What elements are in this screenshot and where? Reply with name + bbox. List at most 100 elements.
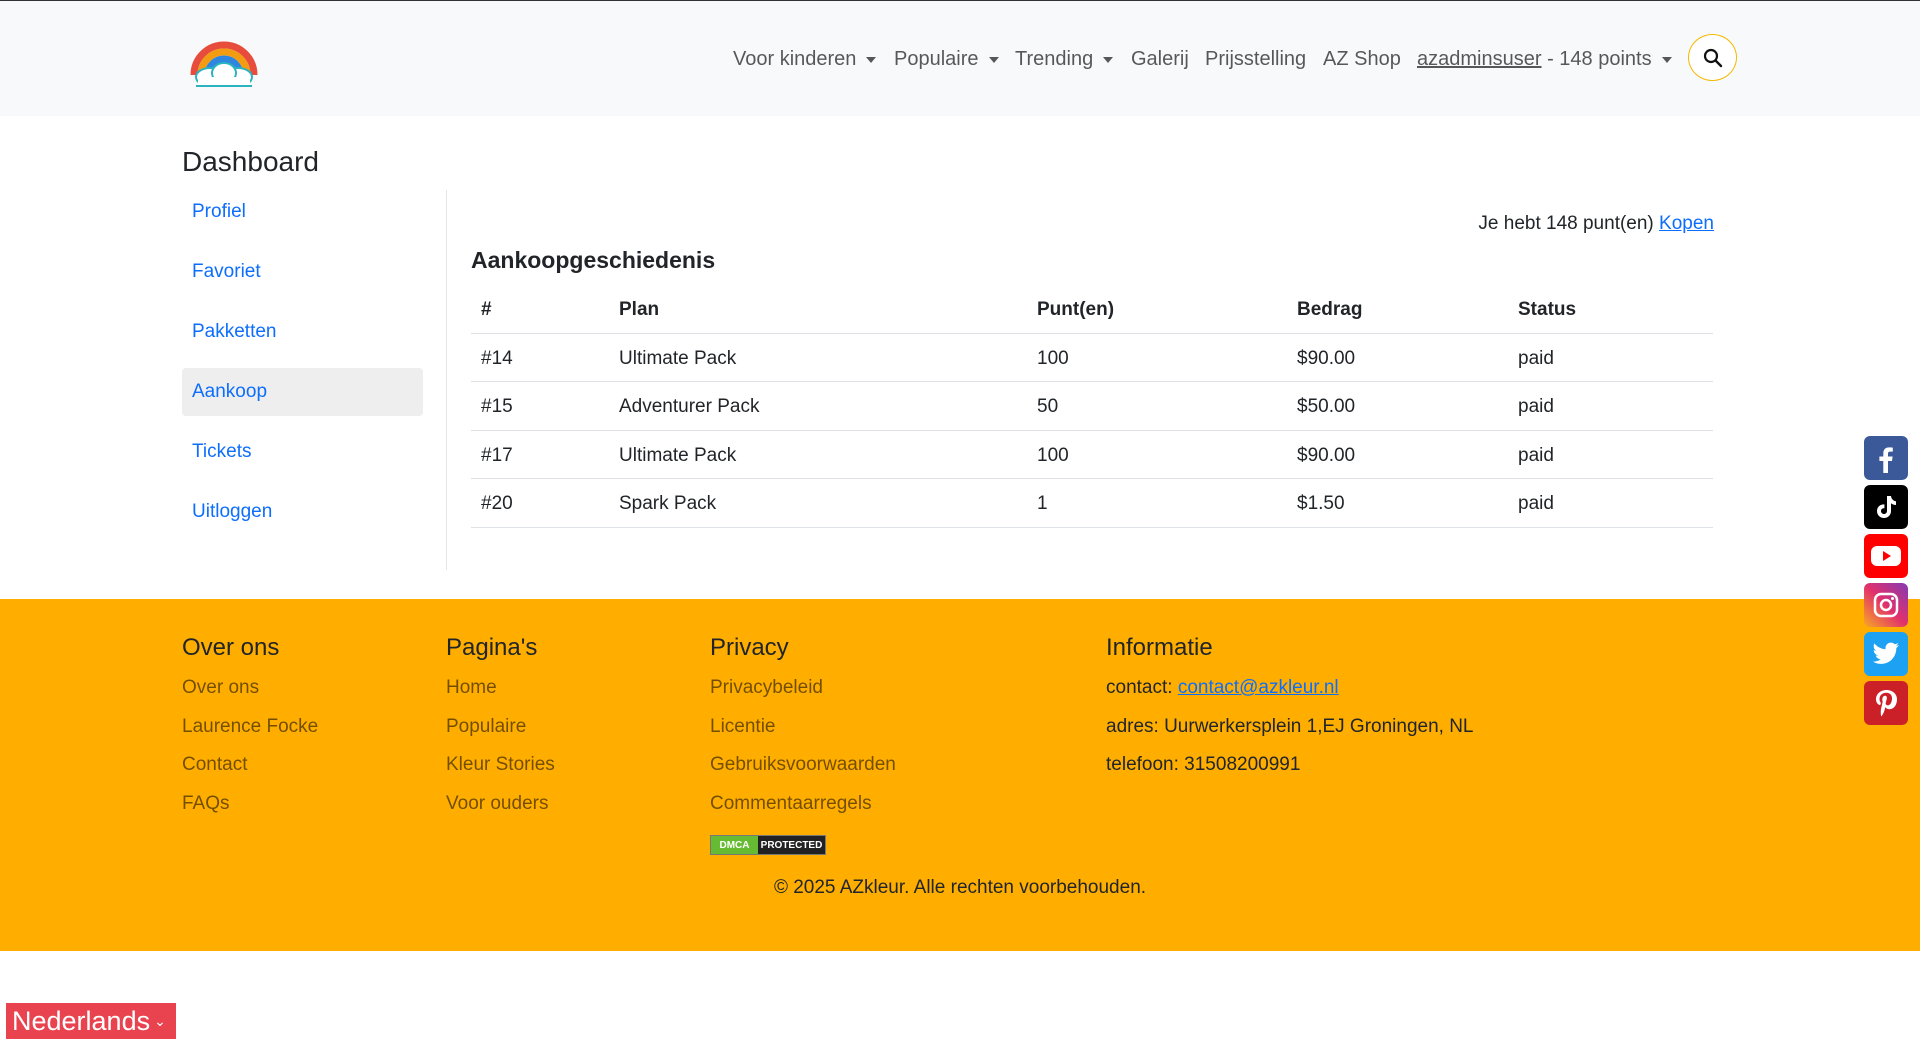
points-value: 1 <box>1037 493 1048 514</box>
pinterest-icon <box>1876 690 1897 717</box>
twitter-button[interactable] <box>1864 632 1908 676</box>
facebook-icon <box>1879 447 1893 473</box>
side-item-pakketten[interactable]: Pakketten <box>182 308 423 356</box>
instagram-icon <box>1873 592 1899 618</box>
social-sidebar <box>1864 436 1908 730</box>
nav-az-shop[interactable]: AZ Shop <box>1323 48 1401 71</box>
table-row: #14 Ultimate Pack 100 $90.00 paid <box>471 334 1713 382</box>
table-header-row: # Plan Punt(en) Bedrag Status <box>471 285 1713 334</box>
footer-link[interactable]: Licentie <box>710 708 896 747</box>
table-row: #15 Adventurer Pack 50 $50.00 paid <box>471 382 1713 431</box>
footer-col-informatie: Informatie contact: contact@azkleur.nl a… <box>1106 633 1474 785</box>
footer-link[interactable]: Kleur Stories <box>446 746 555 785</box>
column-header: Plan <box>619 299 660 320</box>
amount-value: $90.00 <box>1297 347 1356 369</box>
footer-title: Over ons <box>182 634 280 661</box>
footer-link[interactable]: Contact <box>182 746 318 785</box>
amount-value: $1.50 <box>1297 493 1345 514</box>
column-header: Punt(en) <box>1037 299 1115 320</box>
order-id: #15 <box>481 396 513 417</box>
column-header: Bedrag <box>1297 299 1363 320</box>
phone-line: telefoon: 31508200991 <box>1106 754 1301 775</box>
table-row: #20 Spark Pack 1 $1.50 paid <box>471 479 1713 528</box>
footer-link[interactable]: Voor ouders <box>446 785 555 824</box>
points-summary: Je hebt 148 punt(en) Kopen <box>1478 213 1714 234</box>
pinterest-button[interactable] <box>1864 681 1908 725</box>
youtube-button[interactable] <box>1864 534 1908 578</box>
site-header: Voor kinderen Populaire Trending Galerij… <box>0 1 1920 116</box>
tiktok-button[interactable] <box>1864 485 1908 529</box>
nav-prijsstelling[interactable]: Prijsstelling <box>1205 48 1306 71</box>
order-id: #14 <box>481 347 513 369</box>
nav-voor-kinderen[interactable]: Voor kinderen <box>733 48 877 71</box>
status-value: paid <box>1518 444 1554 466</box>
nav-populaire[interactable]: Populaire <box>894 48 999 71</box>
side-item-aankoop[interactable]: Aankoop <box>182 368 423 416</box>
footer-link[interactable]: Populaire <box>446 708 555 747</box>
footer-link[interactable]: FAQs <box>182 785 318 824</box>
side-item-tickets[interactable]: Tickets <box>182 428 423 476</box>
points-value: 100 <box>1037 347 1069 369</box>
plan-name: Adventurer Pack <box>619 396 760 417</box>
column-header: # <box>481 299 492 320</box>
footer-title: Pagina's <box>446 634 538 661</box>
caret-down-icon <box>988 56 999 63</box>
footer-link[interactable]: Gebruiksvoorwaarden <box>710 746 896 785</box>
tiktok-icon <box>1877 496 1896 518</box>
youtube-icon <box>1871 546 1901 566</box>
footer-col-privacy: Privacy Privacybeleid Licentie Gebruiksv… <box>710 633 896 855</box>
purchase-history-table: # Plan Punt(en) Bedrag Status #14 Ultima… <box>471 285 1713 528</box>
search-button[interactable] <box>1688 34 1737 81</box>
footer-link[interactable]: Home <box>446 669 555 708</box>
footer-col-paginas: Pagina's Home Populaire Kleur Stories Vo… <box>446 633 555 823</box>
buy-points-link[interactable]: Kopen <box>1659 213 1714 234</box>
caret-down-icon <box>1103 56 1114 63</box>
table-row: #17 Ultimate Pack 100 $90.00 paid <box>471 431 1713 479</box>
username-link[interactable]: azadminsuser <box>1417 48 1542 71</box>
nav-user-menu[interactable]: azadminsuser - 148 points <box>1417 48 1672 71</box>
side-item-profiel[interactable]: Profiel <box>182 188 423 236</box>
points-value: 100 <box>1037 444 1069 466</box>
caret-down-icon <box>866 56 877 63</box>
points-value: 50 <box>1037 396 1059 417</box>
side-item-uitloggen[interactable]: Uitloggen <box>182 488 423 536</box>
address-line: adres: Uurwerkersplein 1,EJ Groningen, N… <box>1106 715 1474 737</box>
footer-link[interactable]: Commentaarregels <box>710 785 896 824</box>
rainbow-cloud-icon[interactable] <box>186 33 262 89</box>
instagram-button[interactable] <box>1864 583 1908 627</box>
footer-col-over-ons: Over ons Over ons Laurence Focke Contact… <box>182 633 318 823</box>
order-id: #17 <box>481 444 513 466</box>
section-title: Aankoopgeschiedenis <box>471 247 716 273</box>
language-selector[interactable]: Nederlands ⌄ <box>6 1003 176 1039</box>
footer-title: Informatie <box>1106 634 1213 661</box>
facebook-button[interactable] <box>1864 436 1908 480</box>
plan-name: Spark Pack <box>619 493 717 514</box>
chevron-down-icon: ⌄ <box>154 1012 166 1029</box>
amount-value: $50.00 <box>1297 396 1356 417</box>
caret-down-icon <box>1661 56 1672 63</box>
page-title: Dashboard <box>182 146 319 177</box>
status-value: paid <box>1518 347 1554 369</box>
copyright: © 2025 AZkleur. Alle rechten voorbehoude… <box>773 877 1147 898</box>
twitter-icon <box>1872 642 1899 664</box>
amount-value: $90.00 <box>1297 444 1356 466</box>
nav-trending[interactable]: Trending <box>1015 48 1114 71</box>
dmca-badge[interactable]: DMCA PROTECTED <box>710 835 826 855</box>
nav-galerij[interactable]: Galerij <box>1131 48 1189 71</box>
side-divider <box>446 190 447 570</box>
status-value: paid <box>1518 396 1554 417</box>
footer-link[interactable]: Privacybeleid <box>710 669 896 708</box>
user-points: - 148 points <box>1541 48 1652 70</box>
site-footer: Over ons Over ons Laurence Focke Contact… <box>0 599 1920 951</box>
footer-link[interactable]: Laurence Focke <box>182 708 318 747</box>
column-header: Status <box>1518 299 1577 320</box>
status-value: paid <box>1518 493 1554 514</box>
plan-name: Ultimate Pack <box>619 347 737 369</box>
footer-link[interactable]: Over ons <box>182 669 318 708</box>
search-icon <box>1703 48 1722 67</box>
contact-email-link[interactable]: contact@azkleur.nl <box>1178 677 1339 698</box>
dashboard-side-menu: Profiel Favoriet Pakketten Aankoop Ticke… <box>182 188 423 548</box>
order-id: #20 <box>481 493 513 514</box>
contact-line: contact: contact@azkleur.nl <box>1106 677 1339 698</box>
side-item-favoriet[interactable]: Favoriet <box>182 248 423 296</box>
